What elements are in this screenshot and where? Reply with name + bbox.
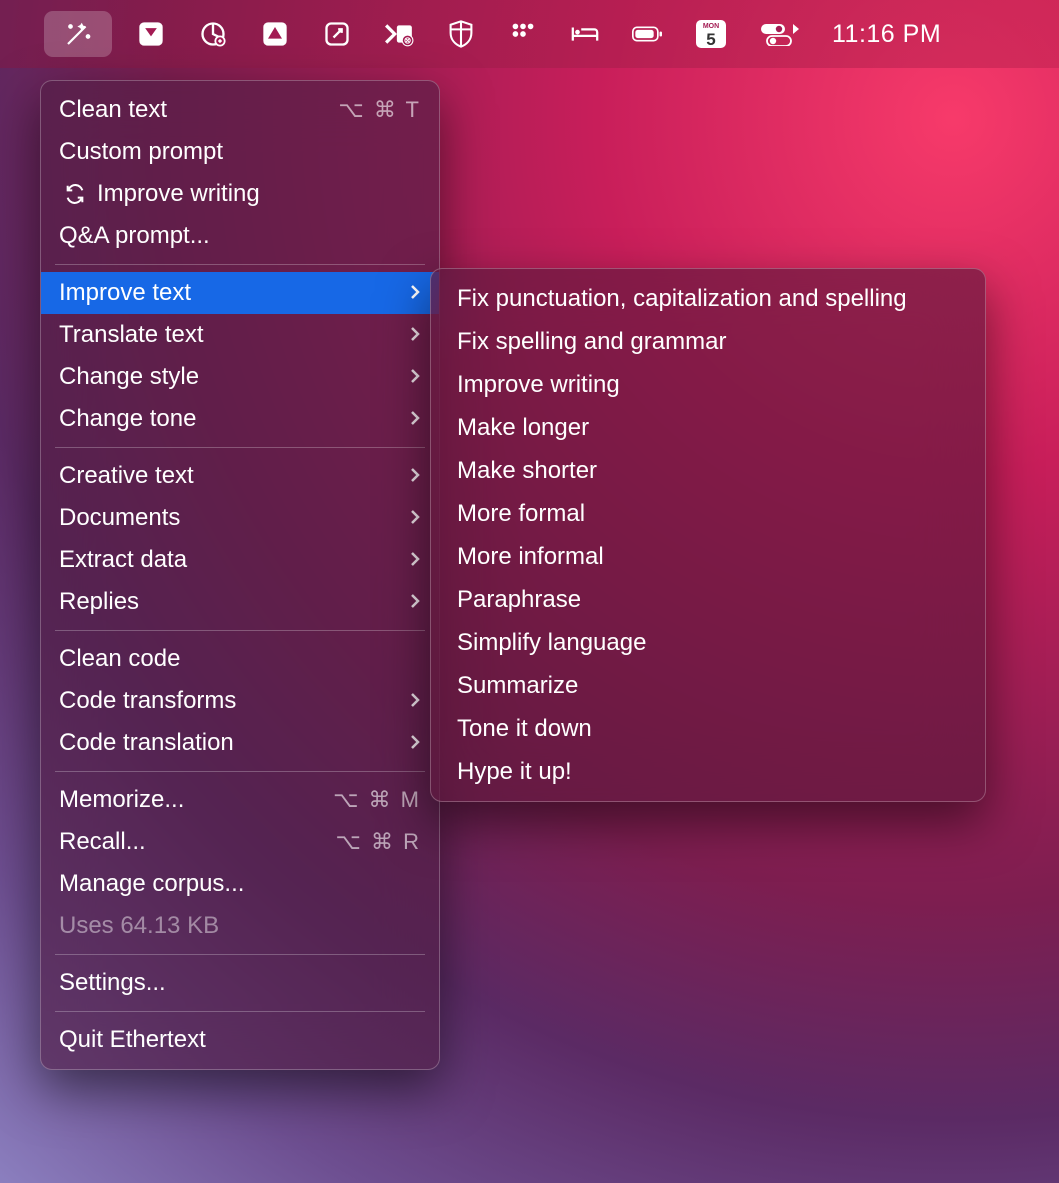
chevron-right-icon — [409, 405, 421, 433]
menu-item-change-tone[interactable]: Change tone — [41, 398, 439, 440]
ethertext-menu: Clean text ⌥ ⌘ T Custom prompt Improve w… — [40, 80, 440, 1070]
submenu-item-paraphrase[interactable]: Paraphrase — [431, 578, 985, 621]
chevron-right-icon — [409, 321, 421, 349]
shortcut: ⌥ ⌘ M — [333, 787, 421, 813]
calendar-day: 5 — [706, 30, 715, 49]
menu-item-improve-writing[interactable]: Improve writing — [41, 173, 439, 215]
menu-item-extract-data[interactable]: Extract data — [41, 539, 439, 581]
menubar: MON5 11:16 PM — [0, 0, 1059, 68]
menu-separator — [55, 447, 425, 448]
menu-item-quit[interactable]: Quit Ethertext — [41, 1019, 439, 1061]
shortcut: ⌥ ⌘ T — [338, 97, 421, 123]
battery-icon[interactable] — [632, 19, 662, 49]
chevron-right-icon — [409, 279, 421, 307]
menu-item-code-transforms[interactable]: Code transforms — [41, 680, 439, 722]
menu-item-recall[interactable]: Recall... ⌥ ⌘ R — [41, 821, 439, 863]
menu-item-replies[interactable]: Replies — [41, 581, 439, 623]
calendar-dow: MON — [703, 23, 719, 30]
app-icon-4[interactable] — [322, 19, 352, 49]
menu-item-manage-corpus[interactable]: Manage corpus... — [41, 863, 439, 905]
menubar-clock[interactable]: 11:16 PM — [832, 20, 941, 49]
submenu-item-summarize[interactable]: Summarize — [431, 664, 985, 707]
bed-icon[interactable] — [570, 19, 600, 49]
submenu-item-more-informal[interactable]: More informal — [431, 535, 985, 578]
chevron-right-icon — [409, 729, 421, 757]
menu-separator — [55, 264, 425, 265]
menu-item-creative-text[interactable]: Creative text — [41, 455, 439, 497]
menu-item-change-style[interactable]: Change style — [41, 356, 439, 398]
menu-item-clean-text[interactable]: Clean text ⌥ ⌘ T — [41, 89, 439, 131]
menu-item-settings[interactable]: Settings... — [41, 962, 439, 1004]
menu-item-documents[interactable]: Documents — [41, 497, 439, 539]
submenu-item-more-formal[interactable]: More formal — [431, 492, 985, 535]
grid-icon[interactable] — [508, 19, 538, 49]
chevron-right-icon — [409, 588, 421, 616]
app-icon-3[interactable] — [260, 19, 290, 49]
menu-item-custom-prompt[interactable]: Custom prompt — [41, 131, 439, 173]
menu-item-improve-text[interactable]: Improve text — [41, 272, 439, 314]
chevron-right-icon — [409, 504, 421, 532]
chevron-right-icon — [409, 546, 421, 574]
control-center-icon[interactable] — [760, 19, 800, 49]
submenu-item-tone-it-down[interactable]: Tone it down — [431, 707, 985, 750]
menu-separator — [55, 1011, 425, 1012]
menu-item-code-translation[interactable]: Code translation — [41, 722, 439, 764]
menu-separator — [55, 630, 425, 631]
refresh-icon — [59, 183, 91, 205]
submenu-item-make-longer[interactable]: Make longer — [431, 406, 985, 449]
submenu-item-fix-punctuation[interactable]: Fix punctuation, capitalization and spel… — [431, 277, 985, 320]
app-icon-1[interactable] — [136, 19, 166, 49]
menu-separator — [55, 954, 425, 955]
menu-separator — [55, 771, 425, 772]
app-icon-2[interactable] — [198, 19, 228, 49]
chevron-right-icon — [409, 687, 421, 715]
submenu-item-make-shorter[interactable]: Make shorter — [431, 449, 985, 492]
improve-text-submenu: Fix punctuation, capitalization and spel… — [430, 268, 986, 802]
submenu-item-improve-writing[interactable]: Improve writing — [431, 363, 985, 406]
menu-item-memorize[interactable]: Memorize... ⌥ ⌘ M — [41, 779, 439, 821]
chevron-right-icon — [409, 363, 421, 391]
menu-item-qa-prompt[interactable]: Q&A prompt... — [41, 215, 439, 257]
chevron-right-icon — [409, 462, 421, 490]
menu-item-uses-size: Uses 64.13 KB — [41, 905, 439, 947]
submenu-item-simplify-language[interactable]: Simplify language — [431, 621, 985, 664]
app-icon-5[interactable] — [384, 19, 414, 49]
ethertext-menubar-icon[interactable] — [44, 11, 112, 57]
submenu-item-hype-it-up[interactable]: Hype it up! — [431, 750, 985, 793]
menu-item-clean-code[interactable]: Clean code — [41, 638, 439, 680]
menu-item-translate-text[interactable]: Translate text — [41, 314, 439, 356]
shortcut: ⌥ ⌘ R — [336, 829, 421, 855]
shield-icon[interactable] — [446, 19, 476, 49]
submenu-item-fix-spelling[interactable]: Fix spelling and grammar — [431, 320, 985, 363]
calendar-icon[interactable]: MON5 — [694, 19, 728, 49]
